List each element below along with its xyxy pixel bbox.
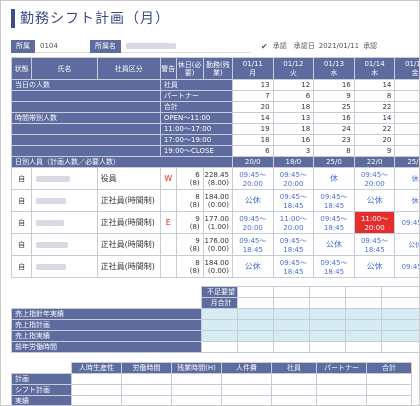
shift-cell[interactable]: 公休 [394,233,419,256]
approve-date-value: 2021/01/11 [318,42,360,50]
shift-cell[interactable]: 09:45〜 18:45 [313,189,355,212]
window-frame: 勤務シフト計画（月） 所属 0104 所属名 ✔ 承認 承認日 2021/01/… [0,0,420,406]
summary-row: パートナー 76989 [11,90,419,102]
store-label: 所属 [11,40,35,53]
approve-date-label: 承認日 [293,42,315,50]
shift-cell[interactable]: 09:45〜 [394,255,419,278]
daily-row: 日別人員（計画人数／必要人数） 20/0 18/0 25/0 22/0 25/0 [11,156,419,168]
shift-cell[interactable]: 公休 [353,255,396,278]
hours-short-label: 不足要望 [201,286,238,298]
col-partner: パートナー [316,362,367,374]
col-total: 合計 [366,362,412,374]
page-title: 勤務シフト計画（月） [20,11,170,27]
shift-cell[interactable]: 09:45〜 20:00 [231,167,274,190]
col-productivity: 人時生産性 [71,362,122,374]
summary-row: 19:00〜CLOSE 63898 [11,145,419,157]
date-header[interactable]: 01/12 火 [272,57,315,80]
shift-cell[interactable]: 09:45〜 20:00 [353,167,396,190]
date-header[interactable]: 01/15金 [394,57,419,80]
row-actual: 実績 [11,395,72,405]
header-row: 所属 0104 所属名 ✔ 承認 承認日 2021/01/11 承認 [11,40,379,53]
shift-cell[interactable]: 休 [313,167,355,190]
check-icon: ✔ [261,42,268,51]
month-total-label: 月合計 [201,297,238,309]
shift-cell[interactable]: 09:45〜 18:45 [313,255,355,278]
sales-actual-label: 売上指実績 [11,330,202,342]
summary-row: 11:00〜17:00 1918242224 [11,123,419,135]
employee-name [31,211,98,234]
shift-cell[interactable]: 公休 [353,189,396,212]
approve-label: 承認 [272,42,287,50]
employee-name [31,233,98,256]
shift-cell[interactable]: 09:45〜 18:45 [313,211,355,234]
col-labor-cost: 人件費 [221,362,272,374]
shift-cell[interactable]: 公休 [313,233,355,256]
shift-cell[interactable]: 09:45〜 18:45 [231,233,274,256]
shift-cell[interactable]: 休 [394,189,419,212]
employee-name [31,189,98,212]
col-employee: 社員 [271,362,317,374]
title-accent-bar [11,8,15,28]
col-work: 勤務(残業) [202,57,233,80]
sales-plan-label: 売上指計画 [11,319,202,331]
col-alert: 警告 [159,57,177,80]
summary-row: 当日の人数 社員 1312161416 [11,79,419,91]
col-holiday: 休日(必要) [175,57,204,80]
shift-cell[interactable]: 休 [394,167,419,190]
employee-row[interactable]: 自 正社員(時間制) E 9 (8) 177.00 (1.00) 09:45〜 20:… [10,211,419,234]
bottom-table: 人時生産性 労働時間 残業時間(H) 人件費 社員 パートナー 合計 計画 シフ… [11,362,412,405]
store-name-label: 所属名 [90,40,121,53]
prev-hours-label: 前年労働時間 [11,341,202,353]
date-header[interactable]: 01/11 月 [231,57,274,80]
date-header[interactable]: 01/14 木 [353,57,396,80]
shift-cell[interactable]: 公休 [231,255,274,278]
shift-cell[interactable]: 09:45〜 18:45 [353,233,396,256]
summary-row: 合計 2018252225 [11,101,419,113]
shift-cell[interactable]: 09:45〜 20:00 [231,211,274,234]
employee-name [31,167,98,190]
col-state: 状態 [10,57,33,80]
sales-prev-label: 売上指針年実績 [11,308,202,320]
employee-row[interactable]: 自 正社員(時間制) 8 (8) 184.00 (0.00) 公休 09:45〜 18… [10,255,419,278]
col-labor-hours: 労働時間 [121,362,172,374]
date-header[interactable]: 01/13 水 [313,57,355,80]
shift-table: 状態 氏名 社員区分 警告 休日(必要) 勤務(残業) 01/11 月 01/12… [10,57,419,278]
col-category: 社員区分 [96,57,161,80]
page-title-area: 勤務シフト計画（月） [11,7,170,29]
summary-row: 17:00〜19:00 1816232023 [11,134,419,146]
shift-cell[interactable]: 09:45〜 18:45 [272,189,315,212]
row-plan: 計画 [11,373,72,385]
lower-table: 不足要望 月合計 売上指針年実績 売上指計画 売上指実績 前年労働時間 [11,286,419,353]
shift-cell[interactable]: 09:45〜 18:45 [272,233,315,256]
employee-row[interactable]: 自 正社員(時間制) 8 (8) 184.00 (0.00) 公休 09:45〜 18… [10,189,419,212]
next-approve-label: 承認 [363,42,378,50]
store-value: 0104 [35,40,90,53]
shift-cell-warning[interactable]: 11:00〜 20:00 [353,211,396,234]
shift-cell[interactable]: 09:45〜 20:00 [272,167,315,190]
col-overtime: 残業時間(H) [171,362,222,374]
shift-cell[interactable]: 09:45〜 18:45 [272,255,315,278]
store-name-value [121,40,251,53]
employee-row[interactable]: 自 役員 W 6 (8) 228.45 (8.00) 09:45〜 20:00 09:… [10,167,419,190]
redacted-text [126,43,176,49]
shift-cell[interactable]: 09:45〜 [394,211,419,234]
row-shift-plan: シフト計画 [11,384,72,396]
summary-row: 時間帯別人数 OPEN〜11:00 1413161415 [11,112,419,124]
col-name: 氏名 [31,57,98,80]
shift-cell[interactable]: 11:00〜 20:00 [272,211,315,234]
shift-cell[interactable]: 公休 [231,189,274,212]
employee-row[interactable]: 自 正社員(時間制) 9 (8) 176.00 (0.00) 09:45〜 18:45… [10,233,419,256]
employee-name [31,255,98,278]
